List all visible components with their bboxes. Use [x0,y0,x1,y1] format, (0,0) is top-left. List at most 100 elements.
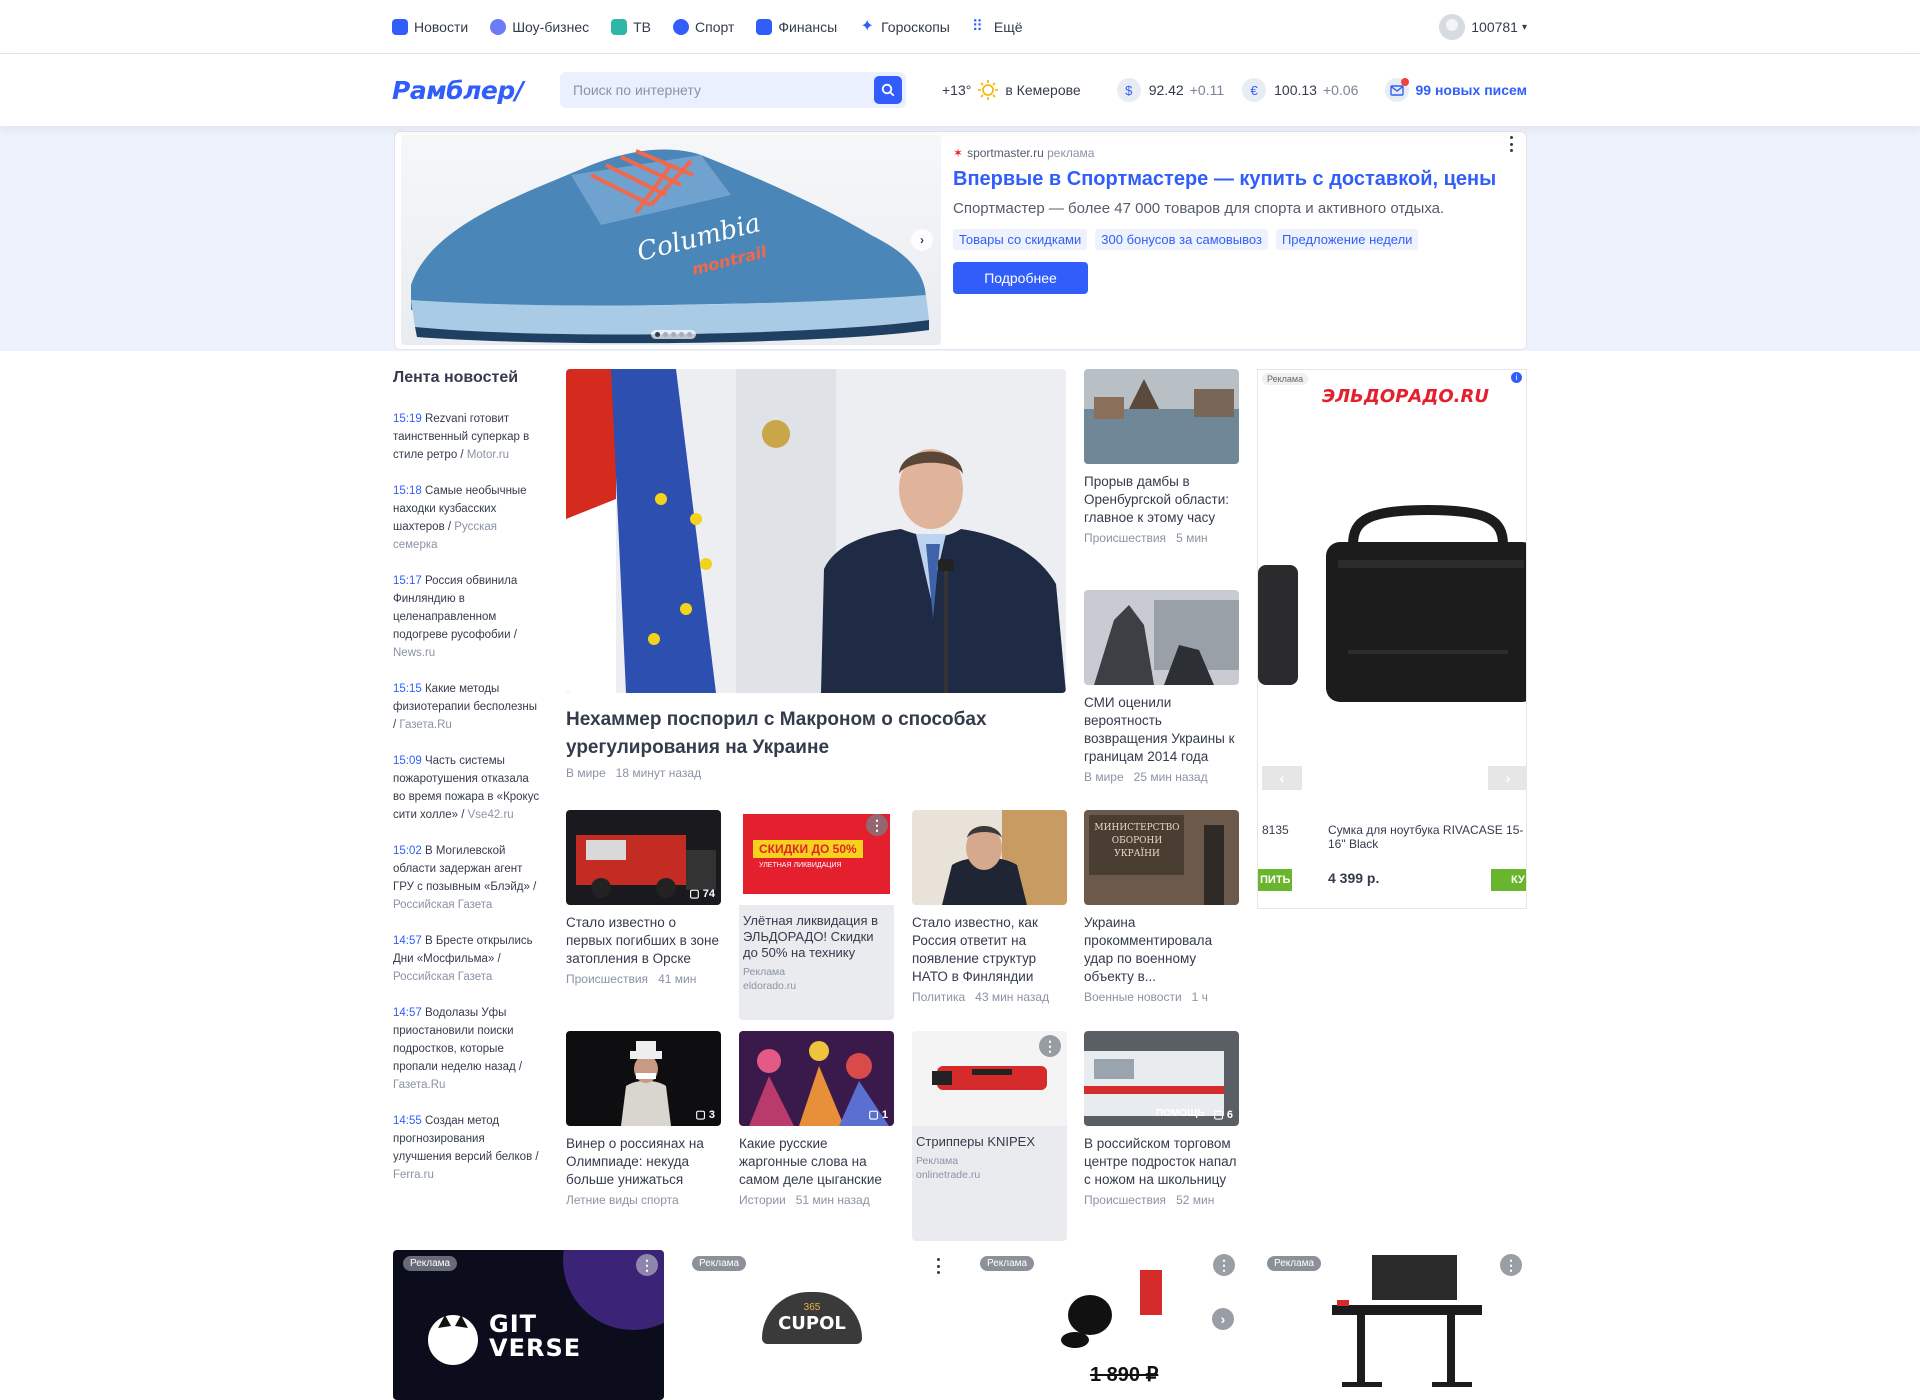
ad-options-icon[interactable]: ⋮ [1039,1035,1061,1057]
side-news-item[interactable]: Прорыв дамбы в Оренбургской области: гла… [1084,369,1239,545]
nav-item-news[interactable]: Новости [392,19,468,35]
ad-tag[interactable]: 300 бонусов за самовывоз [1095,229,1268,250]
ad-options-icon[interactable]: ⋮ [866,814,888,836]
more-button[interactable]: Подробнее [953,262,1088,294]
news-meta: Военные новости 1 ч [1084,990,1208,1004]
bottom-ad[interactable]: Реклама GIT VERSE ⋮ [393,1250,664,1400]
search-input[interactable]: Поиск по интернету [560,72,906,108]
news-meta: Происшествия 41 мин [566,972,697,986]
prev-buy-button[interactable]: ПИТЬ [1258,869,1292,891]
feed-item[interactable]: 15:18 Самые необычные находки кузбасских… [393,482,543,554]
official-image [912,810,1067,905]
nav-item-finance[interactable]: Финансы [756,19,837,35]
comment-icon: ▢ [1213,1109,1224,1121]
sportmaster-ad[interactable]: Columbia montrail › ✶ sportmaster.ru рекл… [394,131,1527,350]
laptop-bag-image [1258,504,1526,702]
more-options-icon[interactable] [937,1258,941,1274]
prev-product-id: 8135 [1262,823,1289,837]
hero-image[interactable] [566,369,1066,693]
nav-item-more[interactable]: ⠿ Ещё [972,19,1023,36]
mail-icon [1385,78,1410,102]
chevron-down-icon: ▾ [1521,21,1527,33]
user-menu[interactable]: 100781 ▾ [1439,14,1527,40]
bottom-ad[interactable]: Реклама ⋮ [1257,1250,1528,1400]
search-button[interactable] [874,76,902,104]
next-slide-button[interactable]: › [1212,1308,1234,1330]
ad-options-icon[interactable]: ⋮ [1213,1254,1235,1276]
ad-tags: Товары со скидками 300 бонусов за самовы… [953,229,1419,250]
side-news-meta: В мире 25 мин назад [1084,770,1208,784]
news-card[interactable]: ▢ 74 Стало известно о первых погибших в … [566,810,721,986]
news-card[interactable]: Стало известно, как Россия ответит на по… [912,810,1067,1004]
sportmaster-logo-icon: ✶ [953,146,964,160]
ad-description: Спортмастер — более 47 000 товаров для с… [953,200,1445,217]
nav-item-showbiz[interactable]: Шоу-бизнес [490,19,589,35]
more-options-icon[interactable] [1510,136,1514,152]
feed-item[interactable]: 15:19 Rezvani готовит таинственный супер… [393,410,543,464]
news-card[interactable]: ▢ 3 Винер о россиянах на Олимпиаде: неку… [566,1031,721,1207]
info-icon[interactable]: i [1511,372,1522,383]
ministry-image: МИНИСТЕРСТВО ОБОРОНИ УКРАЇНИ [1084,810,1239,905]
rambler-logo[interactable]: Рамблер/ [392,76,560,105]
news-meta: Истории 51 мин назад [739,1193,870,1207]
feed-item[interactable]: 14:57 В Бресте открылись Дни «Мосфильма»… [393,932,543,986]
feed-item[interactable]: 15:17 Россия обвинила Финляндию в целена… [393,572,543,662]
usd-rate[interactable]: $ 92.42 +0.11 [1116,78,1224,102]
side-news-title: СМИ оценили вероятность возвращения Укра… [1084,695,1235,764]
hero-title[interactable]: Нехаммер поспорил с Макроном о способах … [566,706,1046,762]
next-slide-button[interactable]: › [911,229,933,251]
news-title: Стало известно о первых погибших в зоне … [566,915,720,966]
nav-item-horoscopes[interactable]: ✦ Гороскопы [859,18,949,36]
news-title: Какие русские жаргонные слова на самом д… [739,1136,882,1187]
slide-dots[interactable] [651,330,696,339]
gaming-desk-image [1332,1255,1482,1387]
search-icon [881,83,895,97]
weather-widget[interactable]: +13° в Кемерове [942,79,1081,101]
feed-item[interactable]: 15:02 В Могилевской области задержан аге… [393,842,543,914]
ad-title: Улётная ликвидация в ЭЛЬДОРАДО! Скидки д… [743,913,879,960]
temperature: +13° [942,82,972,98]
bottom-ad[interactable]: Реклама › 1 890 ₽ ⋮ [970,1250,1241,1400]
dancers-image: ▢ 1 [739,1031,894,1126]
gitverse-text: GIT VERSE [489,1310,582,1362]
eur-value: 100.13 [1274,82,1317,98]
side-news-item[interactable]: СМИ оценили вероятность возвращения Укра… [1084,590,1239,784]
eur-rate[interactable]: € 100.13 +0.06 [1242,78,1358,102]
news-card[interactable]: МИНИСТЕРСТВО ОБОРОНИ УКРАЇНИ Украина про… [1084,810,1239,1004]
cupol-text: CUPOL [778,1313,846,1334]
news-feed-title: Лента новостей [393,369,519,386]
feed-item[interactable]: 15:09 Часть системы пожаротушения отказа… [393,752,543,824]
news-card[interactable]: ПОМОЩЬ ▢ 6 В российском торговом центре … [1084,1031,1239,1207]
mail-widget[interactable]: 99 новых писем [1385,78,1527,102]
star-icon: ✦ [860,18,874,35]
ad-label: Реклама [1267,1256,1322,1271]
ad-tag[interactable]: Товары со скидками [953,229,1088,250]
bottom-ad[interactable]: Реклама 365 CUPOL [682,1250,953,1400]
ministry-sign-text: МИНИСТЕРСТВО ОБОРОНИ УКРАЇНИ [1094,823,1180,859]
eldorado-ad[interactable]: Реклама i ЭЛЬДОРАДО.RU ‹ › 8135 Сумка дл… [1257,369,1527,909]
next-arrow-icon[interactable]: › [1488,766,1526,790]
cupol-logo: 365 CUPOL [762,1292,862,1344]
buy-button[interactable]: КУ [1491,869,1526,891]
product-title: Сумка для ноутбука RIVACASE 15-16" Black [1328,823,1524,851]
ad-tag[interactable]: Предложение недели [1275,229,1419,250]
euro-icon: € [1242,78,1267,102]
feed-item[interactable]: 15:15 Какие методы физиотерапии бесполез… [393,680,543,734]
ad-options-icon[interactable]: ⋮ [636,1254,658,1276]
news-meta: Политика 43 мин назад [912,990,1050,1004]
nav-item-sport[interactable]: Спорт [673,19,734,35]
feed-item[interactable]: 14:57 Водолазы Уфы приостановили поиски … [393,1004,543,1094]
prev-arrow-icon[interactable]: ‹ [1262,766,1302,790]
sale-banner-text: СКИДКИ ДО 50% [753,840,863,858]
ad-source[interactable]: ✶ sportmaster.ru реклама [953,146,1094,160]
fire-truck-image: ▢ 74 [566,810,721,905]
news-card[interactable]: ▢ 1 Какие русские жаргонные слова на сам… [739,1031,894,1207]
product-price: 4 399 р. [1328,870,1380,886]
ad-title[interactable]: Впервые в Спортмастере — купить с достав… [953,168,1496,191]
ad-card-eldorado[interactable]: СКИДКИ ДО 50% УЛЕТНАЯ ЛИКВИДАЦИЯ ⋮ Улётн… [739,810,894,1020]
feed-item[interactable]: 14:55 Создан метод прогнозирования улучш… [393,1112,543,1184]
nav-item-tv[interactable]: ТВ [611,19,651,35]
monument-image [1084,590,1239,685]
ad-card-knipex[interactable]: ⋮ Стрипперы KNIPEX Реклама onlinetrade.r… [912,1031,1067,1241]
ad-options-icon[interactable]: ⋮ [1500,1254,1522,1276]
